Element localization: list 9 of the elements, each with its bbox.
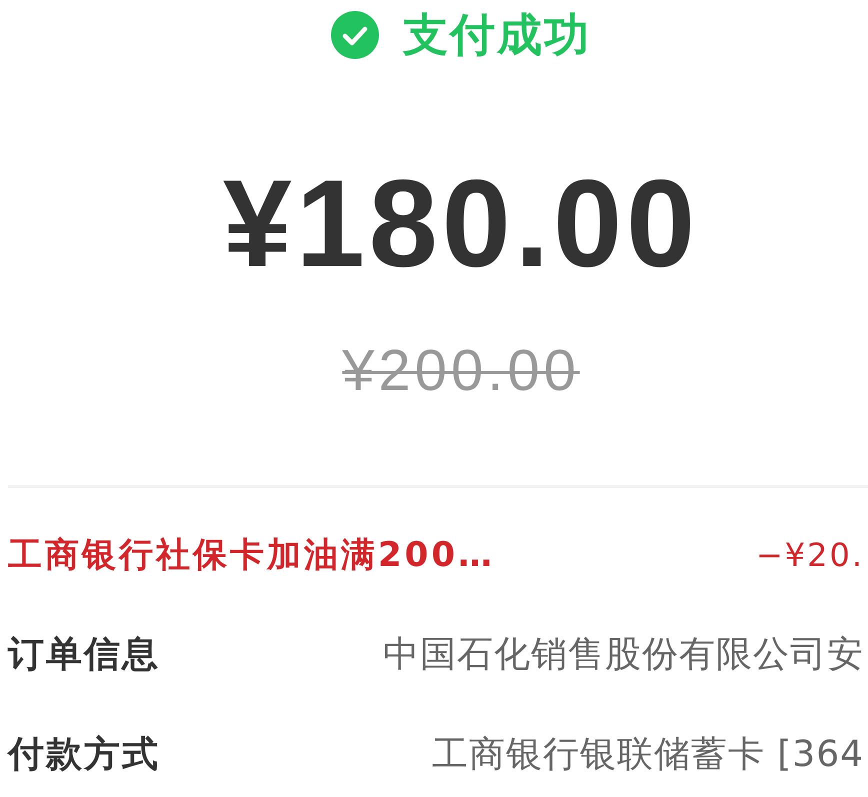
discount-label: 工商银行社保卡加油满200… <box>8 535 495 575</box>
detail-value: 中国石化销售股份有限公司安 <box>383 633 864 677</box>
detail-label: 订单信息 <box>8 633 160 677</box>
detail-label: 付款方式 <box>8 733 160 777</box>
paid-amount: ¥180.00 <box>222 162 700 286</box>
payment-status-title: 支付成功 <box>403 8 591 62</box>
original-price: ¥200.00 <box>342 342 580 400</box>
detail-value: 工商银行银联储蓄卡 [364 <box>432 733 864 777</box>
discount-amount: −¥20. <box>756 535 864 575</box>
